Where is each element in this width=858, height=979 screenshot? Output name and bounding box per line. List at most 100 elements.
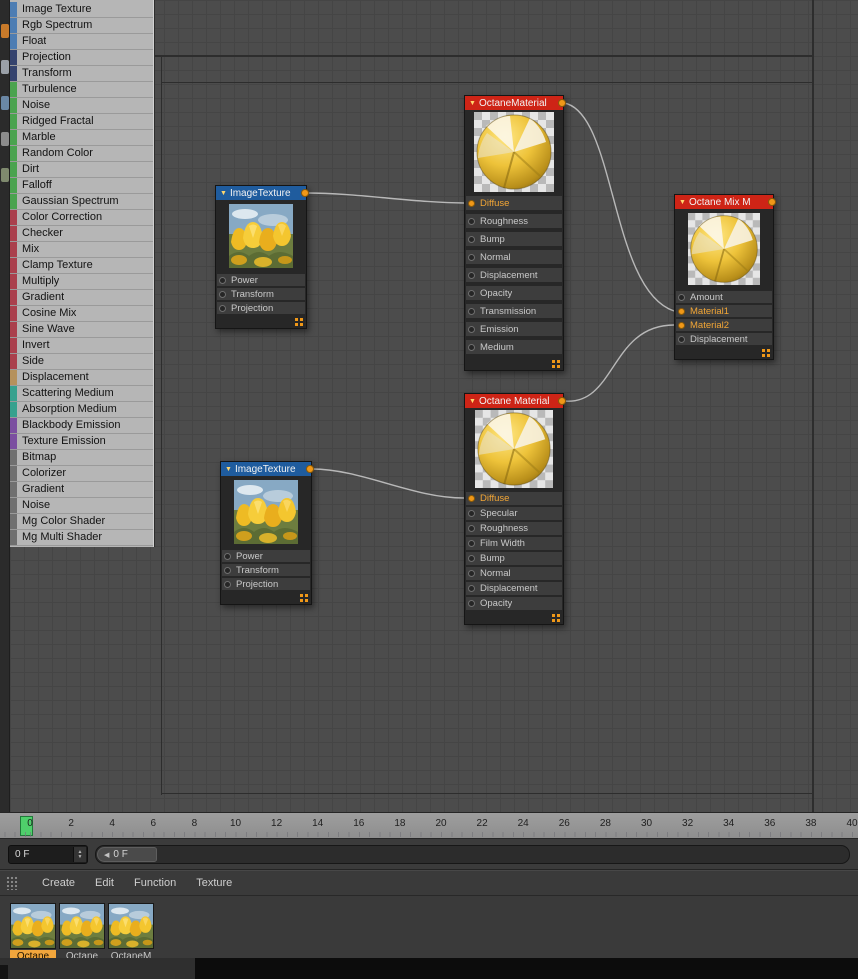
port-socket[interactable] <box>219 290 226 298</box>
palette-item[interactable]: Gradient <box>10 482 153 498</box>
material-item[interactable]: Octane <box>59 903 105 963</box>
output-socket[interactable] <box>301 189 309 197</box>
port-socket[interactable] <box>468 540 475 547</box>
port-amount[interactable]: Amount <box>676 291 772 303</box>
preview-range-track[interactable]: ◀ 0 F <box>95 845 850 864</box>
port-roughness[interactable]: Roughness <box>466 522 562 535</box>
wire-imagetexture1-diffuse[interactable] <box>306 192 465 204</box>
port-displacement[interactable]: Displacement <box>466 268 562 282</box>
palette-item[interactable]: Random Color <box>10 146 153 162</box>
wire-material1-mix[interactable] <box>563 102 675 312</box>
left-toolbar-icon[interactable] <box>1 132 9 146</box>
material-thumbnail[interactable] <box>10 903 56 949</box>
material-thumbnail[interactable] <box>108 903 154 949</box>
port-opacity[interactable]: Opacity <box>466 597 562 610</box>
left-toolbar-icon[interactable] <box>1 60 9 74</box>
menu-edit[interactable]: Edit <box>85 870 124 896</box>
material-item[interactable]: Octane <box>10 903 56 963</box>
port-socket[interactable] <box>468 271 475 279</box>
port-roughness[interactable]: Roughness <box>466 214 562 228</box>
port-projection[interactable]: Projection <box>217 302 305 314</box>
port-power[interactable]: Power <box>222 550 310 562</box>
node-octane-mix-material[interactable]: ▼ Octane Mix M Amount Material1 Material2 D… <box>674 194 776 360</box>
frame-spinner[interactable]: ▲ ▼ <box>73 847 86 862</box>
node-octane-material-2[interactable]: ▼ Octane Material Diffuse Specular Roughne… <box>464 393 566 625</box>
palette-item[interactable]: Image Texture <box>10 2 153 18</box>
palette-item[interactable]: Bitmap <box>10 450 153 466</box>
port-socket[interactable] <box>468 600 475 607</box>
port-socket[interactable] <box>468 235 475 243</box>
palette-item[interactable]: Mg Multi Shader <box>10 530 153 546</box>
palette-item[interactable]: Mix <box>10 242 153 258</box>
wire-imagetexture2-diffuse[interactable] <box>311 468 465 499</box>
port-normal[interactable]: Normal <box>466 250 562 264</box>
palette-item[interactable]: Gaussian Spectrum <box>10 194 153 210</box>
palette-item[interactable]: Noise <box>10 98 153 114</box>
port-socket[interactable] <box>468 325 475 333</box>
collapse-arrow-icon[interactable]: ▼ <box>469 100 476 107</box>
palette-item[interactable]: Turbulence <box>10 82 153 98</box>
node-image-texture-1[interactable]: ▼ ImageTexture Power Transform Projection <box>215 185 309 329</box>
palette-item[interactable]: Scattering Medium <box>10 386 153 402</box>
palette-item[interactable]: Texture Emission <box>10 434 153 450</box>
left-toolbar-icon[interactable] <box>1 168 9 182</box>
resize-grip-icon[interactable] <box>762 349 770 357</box>
current-frame-field[interactable]: 0 F ▲ ▼ <box>8 845 88 864</box>
palette-item[interactable]: Multiply <box>10 274 153 290</box>
collapse-arrow-icon[interactable]: ▼ <box>220 190 227 197</box>
palette-item[interactable]: Gradient <box>10 290 153 306</box>
port-socket[interactable] <box>468 555 475 562</box>
port-socket[interactable] <box>224 552 231 560</box>
panel-grip-icon[interactable] <box>6 875 18 890</box>
palette-item[interactable]: Invert <box>10 338 153 354</box>
palette-item[interactable]: Ridged Fractal <box>10 114 153 130</box>
palette-item[interactable]: Rgb Spectrum <box>10 18 153 34</box>
port-socket[interactable] <box>468 199 475 207</box>
node-header[interactable]: ▼ ImageTexture <box>221 462 314 476</box>
port-socket[interactable] <box>224 580 231 588</box>
node-header[interactable]: ▼ OctaneMaterial <box>465 96 566 110</box>
port-material1[interactable]: Material1 <box>676 305 772 317</box>
palette-item[interactable]: Cosine Mix <box>10 306 153 322</box>
palette-item[interactable]: Colorizer <box>10 466 153 482</box>
collapse-arrow-icon[interactable]: ▼ <box>225 466 232 473</box>
port-diffuse[interactable]: Diffuse <box>466 492 562 505</box>
spinner-down-icon[interactable]: ▼ <box>78 854 83 860</box>
port-transform[interactable]: Transform <box>222 564 310 576</box>
resize-grip-icon[interactable] <box>295 318 303 326</box>
port-diffuse[interactable]: Diffuse <box>466 196 562 210</box>
wire-material2-mix[interactable] <box>563 324 675 402</box>
node-header[interactable]: ▼ ImageTexture <box>216 186 309 200</box>
port-socket[interactable] <box>468 570 475 577</box>
left-toolbar-icon[interactable] <box>1 96 9 110</box>
material-thumbnail[interactable] <box>59 903 105 949</box>
palette-item[interactable]: Dirt <box>10 162 153 178</box>
port-socket[interactable] <box>468 253 475 261</box>
palette-item[interactable]: Transform <box>10 66 153 82</box>
port-opacity[interactable]: Opacity <box>466 286 562 300</box>
port-socket[interactable] <box>678 335 685 343</box>
port-socket[interactable] <box>468 343 475 351</box>
node-header[interactable]: ▼ Octane Material <box>465 394 566 408</box>
palette-item[interactable]: Float <box>10 34 153 50</box>
port-socket[interactable] <box>224 566 231 574</box>
node-image-texture-2[interactable]: ▼ ImageTexture Power Transform Projection <box>220 461 314 605</box>
node-header[interactable]: ▼ Octane Mix M <box>675 195 776 209</box>
port-socket[interactable] <box>678 293 685 301</box>
port-socket[interactable] <box>219 276 226 284</box>
output-socket[interactable] <box>768 198 776 206</box>
palette-item[interactable]: Side <box>10 354 153 370</box>
port-bump[interactable]: Bump <box>466 232 562 246</box>
material-item[interactable]: OctaneM <box>108 903 154 963</box>
port-socket[interactable] <box>468 510 475 517</box>
port-power[interactable]: Power <box>217 274 305 286</box>
palette-item[interactable]: Clamp Texture <box>10 258 153 274</box>
port-socket[interactable] <box>468 217 475 225</box>
port-film-width[interactable]: Film Width <box>466 537 562 550</box>
port-transmission[interactable]: Transmission <box>466 304 562 318</box>
menu-function[interactable]: Function <box>124 870 186 896</box>
port-transform[interactable]: Transform <box>217 288 305 300</box>
palette-item[interactable]: Absorption Medium <box>10 402 153 418</box>
port-socket[interactable] <box>468 307 475 315</box>
palette-item[interactable]: Color Correction <box>10 210 153 226</box>
